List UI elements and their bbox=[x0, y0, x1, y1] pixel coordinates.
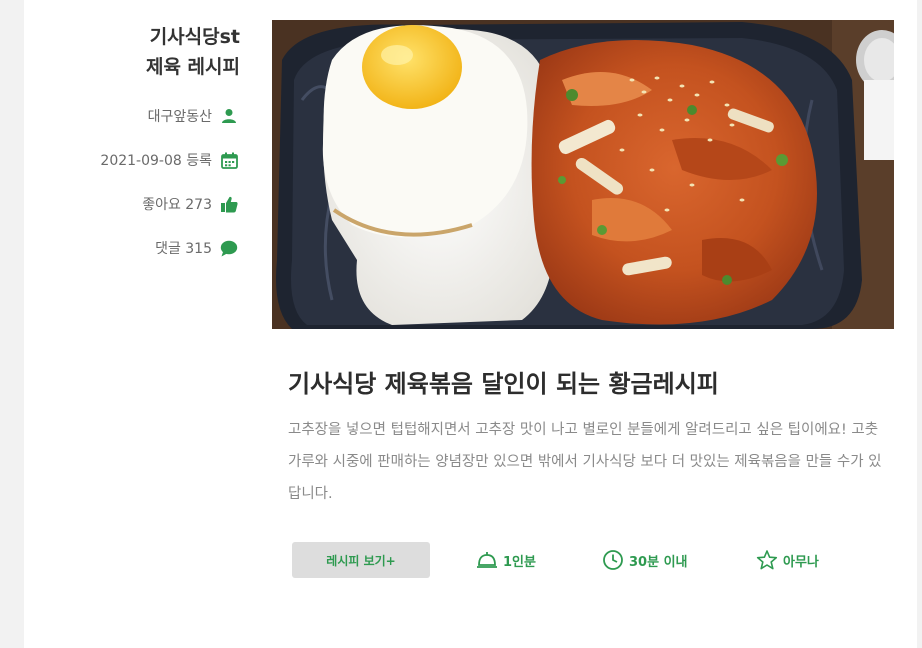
time-info: 30분 이내 bbox=[602, 548, 688, 572]
date-row: 2021-09-08 등록 bbox=[24, 138, 240, 182]
difficulty-info: 아무나 bbox=[756, 548, 819, 572]
author-row[interactable]: 대구앞동산 bbox=[24, 94, 240, 138]
thumbs-up-icon[interactable] bbox=[218, 194, 240, 214]
short-title-line2: 제육 레시피 bbox=[145, 56, 240, 78]
author-panel: 기사식당st 제육 레시피 대구앞동산 2021-09-08 등록 좋아요 27… bbox=[24, 22, 240, 270]
recipe-title[interactable]: 기사식당 제육볶음 달인이 되는 황금레시피 bbox=[288, 364, 888, 399]
recipe-photo[interactable] bbox=[272, 20, 894, 329]
time-label: 30분 이내 bbox=[629, 554, 688, 570]
comments-count[interactable]: 댓글 315 bbox=[155, 238, 212, 258]
recipe-short-title: 기사식당st 제육 레시피 bbox=[24, 22, 240, 82]
servings-label: 1인분 bbox=[503, 554, 536, 570]
clock-icon bbox=[602, 549, 624, 571]
recipe-card: 기사식당st 제육 레시피 대구앞동산 2021-09-08 등록 좋아요 27… bbox=[24, 0, 917, 648]
food-image bbox=[272, 20, 894, 329]
cloche-icon bbox=[476, 550, 498, 570]
short-title-line1: 기사식당st bbox=[149, 26, 240, 48]
chat-bubble-icon[interactable] bbox=[218, 238, 240, 258]
recipe-description: 고추장을 넣으면 텁텁해지면서 고추장 맛이 나고 별로인 분들에게 알려드리고… bbox=[288, 422, 882, 502]
star-icon bbox=[756, 549, 778, 571]
posted-date: 2021-09-08 등록 bbox=[100, 153, 212, 169]
author-name[interactable]: 대구앞동산 bbox=[148, 106, 212, 126]
likes-count[interactable]: 좋아요 273 bbox=[142, 194, 212, 214]
difficulty-label: 아무나 bbox=[783, 554, 819, 570]
servings-info: 1인분 bbox=[476, 548, 536, 572]
calendar-icon bbox=[218, 150, 240, 170]
view-recipe-button[interactable]: 레시피 보기+ bbox=[292, 542, 430, 578]
likes-row[interactable]: 좋아요 273 bbox=[24, 182, 240, 226]
comments-row[interactable]: 댓글 315 bbox=[24, 226, 240, 270]
person-icon bbox=[218, 106, 240, 126]
